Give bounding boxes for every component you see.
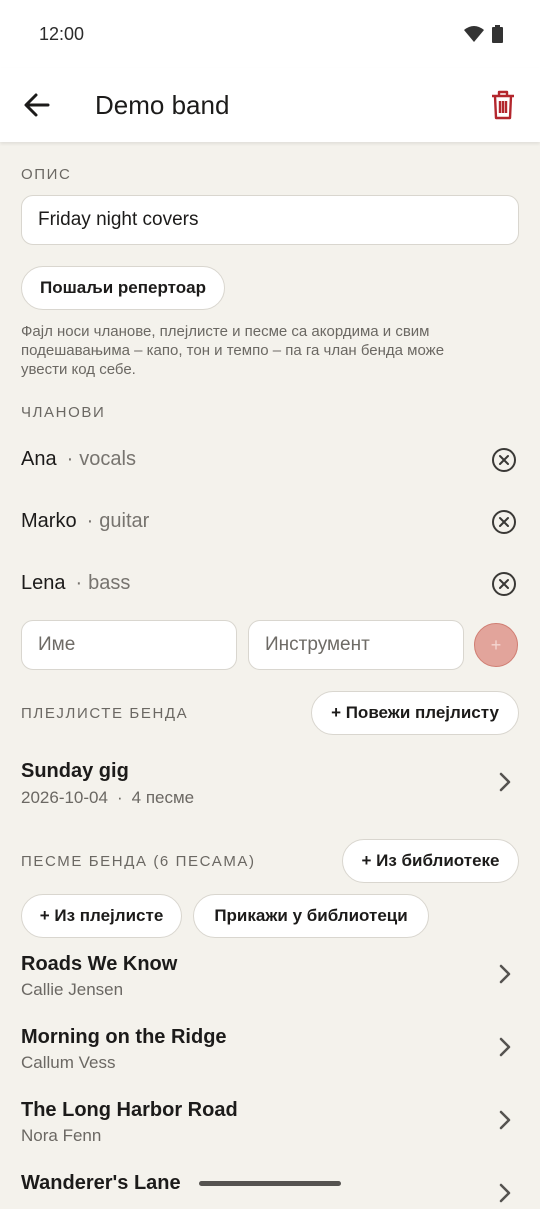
- trash-icon[interactable]: [490, 90, 516, 125]
- status-time: 12:00: [39, 24, 85, 44]
- member-row: Ana · vocals: [0, 440, 540, 480]
- member-name: Lena: [21, 572, 66, 594]
- member-name: Marko: [21, 510, 77, 532]
- chevron-right-icon: [498, 1109, 512, 1136]
- status-bar: 12:00: [0, 0, 540, 68]
- playlist-song-count: 4 песме: [131, 788, 195, 807]
- chevron-right-icon: [498, 1036, 512, 1063]
- chevron-right-icon: [498, 963, 512, 990]
- member-row: Lena · bass: [0, 564, 540, 604]
- member-name-input[interactable]: [21, 620, 237, 670]
- show-in-library-button[interactable]: Прикажи у библиотеци: [193, 894, 429, 938]
- member-row: Marko · guitar: [0, 502, 540, 542]
- song-row[interactable]: Roads We Know Callie Jensen: [0, 945, 540, 1005]
- description-input[interactable]: [21, 195, 519, 245]
- song-title: The Long Harbor Road: [21, 1099, 238, 1121]
- song-title: Morning on the Ridge: [21, 1026, 227, 1048]
- remove-member-icon[interactable]: [491, 447, 517, 478]
- app-bar: Demo band: [0, 68, 540, 142]
- playlist-title: Sunday gig: [21, 760, 129, 782]
- separator-dot: ·: [66, 448, 74, 470]
- member-instrument-input[interactable]: [248, 620, 464, 670]
- chevron-right-icon: [498, 771, 512, 798]
- song-title: Roads We Know: [21, 953, 178, 975]
- member-instrument: vocals: [79, 448, 136, 470]
- song-artist: Callie Jensen: [21, 980, 124, 999]
- songs-section-label: ПЕСМЕ БЕНДА (6 ПЕСАМА): [21, 853, 256, 870]
- wifi-icon: [464, 26, 484, 47]
- separator-dot: ·: [75, 572, 83, 594]
- separator-dot: ·: [86, 510, 94, 532]
- remove-member-icon[interactable]: [491, 509, 517, 540]
- back-arrow-icon[interactable]: [22, 90, 52, 120]
- playlist-row[interactable]: Sunday gig 2026-10-04 · 4 песме: [0, 752, 540, 812]
- playlists-section-label: ПЛЕЈЛИСТЕ БЕНДА: [21, 705, 189, 722]
- members-section-label: ЧЛАНОВИ: [21, 404, 106, 421]
- remove-member-icon[interactable]: [491, 571, 517, 602]
- description-section-label: ОПИС: [21, 166, 72, 183]
- link-playlist-button[interactable]: + Повежи плејлисту: [311, 691, 519, 735]
- playlist-date: 2026-10-04: [21, 788, 108, 807]
- member-name: Ana: [21, 448, 57, 470]
- add-from-library-button[interactable]: + Из библиотеке: [342, 839, 519, 883]
- battery-icon: [492, 25, 503, 48]
- song-artist: Nora Fenn: [21, 1126, 102, 1145]
- member-instrument: guitar: [99, 510, 150, 532]
- separator-dot: ·: [116, 788, 123, 807]
- export-info-text: Фајл носи чланове, плејлисте и песме са …: [21, 323, 445, 378]
- song-row[interactable]: The Long Harbor Road Nora Fenn: [0, 1091, 540, 1151]
- add-from-playlist-button[interactable]: + Из плејлисте: [21, 894, 182, 938]
- song-artist: Callum Vess: [21, 1053, 116, 1072]
- song-row[interactable]: Morning on the Ridge Callum Vess: [0, 1018, 540, 1078]
- chevron-right-icon: [498, 1182, 512, 1209]
- member-instrument: bass: [88, 572, 131, 594]
- send-repertoire-button[interactable]: Пошаљи репертоар: [21, 266, 225, 310]
- song-title: Wanderer's Lane: [21, 1172, 181, 1194]
- add-member-button[interactable]: +: [474, 623, 518, 667]
- gesture-nav-handle[interactable]: [199, 1181, 341, 1186]
- page-title: Demo band: [95, 90, 230, 120]
